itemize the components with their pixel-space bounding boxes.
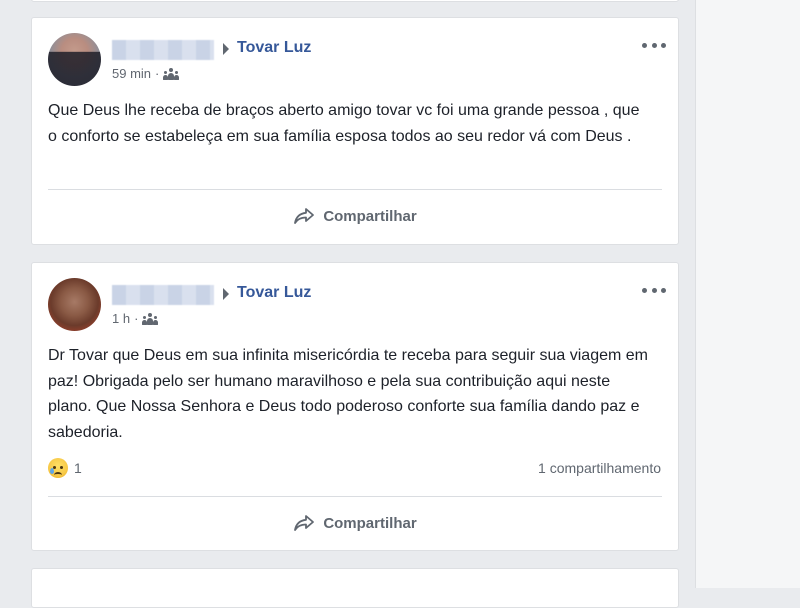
caret-right-icon	[223, 288, 229, 300]
reaction-count: 1	[74, 460, 82, 476]
sad-reaction-icon	[48, 458, 68, 478]
meta-separator: ·	[155, 66, 160, 81]
post-meta: 1 h ·	[112, 311, 159, 326]
right-column	[695, 0, 800, 588]
divider	[48, 496, 662, 497]
caret-right-icon	[223, 43, 229, 55]
divider	[48, 189, 662, 190]
meta-separator: ·	[134, 311, 139, 326]
share-button[interactable]: Compartilhar	[48, 505, 662, 541]
share-label: Compartilhar	[323, 207, 417, 225]
shares-count[interactable]: 1 compartilhamento	[538, 460, 661, 476]
post-timestamp[interactable]: 1 h	[112, 311, 130, 326]
previous-post-card	[31, 0, 679, 2]
post-timestamp[interactable]: 59 min	[112, 66, 151, 81]
news-feed: Tovar Luz 59 min · Que Deus lhe receba d…	[0, 0, 695, 608]
post-text: Dr Tovar que Deus em sua infinita miseri…	[48, 347, 648, 441]
author-avatar[interactable]	[48, 278, 101, 331]
author-avatar[interactable]	[48, 33, 101, 86]
share-button[interactable]: Compartilhar	[48, 198, 662, 234]
next-post-card	[31, 568, 679, 608]
author-name-redacted[interactable]	[112, 285, 214, 305]
friends-icon[interactable]	[163, 67, 180, 80]
share-arrow-icon	[293, 514, 315, 532]
post-card: Tovar Luz 1 h · Dr Tovar que Deus em sua…	[31, 262, 679, 551]
post-meta: 59 min ·	[112, 66, 180, 81]
author-name-redacted[interactable]	[112, 40, 214, 60]
more-options-icon[interactable]	[642, 285, 666, 295]
page-link[interactable]: Tovar Luz	[237, 39, 311, 57]
share-arrow-icon	[293, 207, 315, 225]
reactions-summary[interactable]: 1	[48, 458, 82, 478]
post-card: Tovar Luz 59 min · Que Deus lhe receba d…	[31, 17, 679, 245]
page-link[interactable]: Tovar Luz	[237, 284, 311, 302]
share-label: Compartilhar	[323, 514, 417, 532]
friends-icon[interactable]	[142, 312, 159, 325]
post-text: Que Deus lhe receba de braços aberto ami…	[48, 102, 640, 145]
more-options-icon[interactable]	[642, 40, 666, 50]
